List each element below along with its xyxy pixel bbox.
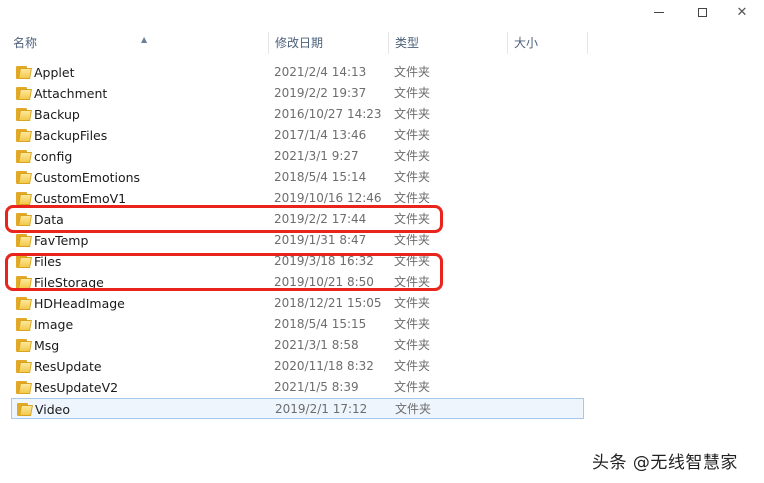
folder-icon	[16, 234, 32, 247]
file-type: 文件夹	[394, 65, 431, 79]
column-header-row: 名称 ▲ 修改日期 类型 大小	[0, 32, 764, 54]
file-name: ResUpdateV2	[34, 380, 119, 395]
file-type: 文件夹	[395, 402, 432, 416]
file-modified-date: 2019/2/2 19:37	[274, 86, 367, 100]
file-row[interactable]: Video 2019/2/1 17:12 文件夹	[11, 398, 584, 419]
file-row[interactable]: Attachment 2019/2/2 19:37 文件夹	[11, 83, 584, 104]
folder-icon	[16, 66, 32, 79]
sort-up-arrow-icon: ▲	[141, 35, 148, 44]
file-type: 文件夹	[394, 233, 431, 247]
title-bar: ✕	[0, 0, 764, 28]
file-type: 文件夹	[394, 128, 431, 142]
folder-icon	[16, 318, 32, 331]
file-type: 文件夹	[394, 317, 431, 331]
file-modified-date: 2018/5/4 15:14	[274, 170, 367, 184]
folder-icon	[16, 339, 32, 352]
folder-icon	[16, 108, 32, 121]
file-type: 文件夹	[394, 107, 431, 121]
minimize-button[interactable]	[637, 0, 681, 24]
file-type: 文件夹	[394, 380, 431, 394]
file-row[interactable]: Msg 2021/3/1 8:58 文件夹	[11, 335, 584, 356]
file-name: HDHeadImage	[34, 296, 125, 311]
red-highlight-box-files	[5, 253, 443, 291]
file-name: Attachment	[34, 86, 108, 101]
column-header-size-label: 大小	[514, 36, 539, 50]
watermark: 头条 @无线智慧家	[592, 453, 738, 473]
file-row[interactable]: Backup 2016/10/27 14:23 文件夹	[11, 104, 584, 125]
file-name: ResUpdate	[34, 359, 102, 374]
folder-icon	[16, 129, 32, 142]
folder-icon	[16, 297, 32, 310]
file-type: 文件夹	[394, 170, 431, 184]
file-row[interactable]: Image 2018/5/4 15:15 文件夹	[11, 314, 584, 335]
file-row[interactable]: Applet 2021/2/4 14:13 文件夹	[11, 62, 584, 83]
column-header-size[interactable]: 大小	[508, 32, 588, 54]
file-name: config	[34, 149, 73, 164]
file-type: 文件夹	[394, 359, 431, 373]
file-modified-date: 2020/11/18 8:32	[274, 359, 374, 373]
file-row[interactable]: config 2021/3/1 9:27 文件夹	[11, 146, 584, 167]
folder-icon	[16, 87, 32, 100]
close-icon: ✕	[736, 4, 748, 20]
minimize-icon	[654, 11, 664, 13]
file-type: 文件夹	[394, 86, 431, 100]
column-header-name-label: 名称	[13, 36, 38, 50]
file-modified-date: 2021/2/4 14:13	[274, 65, 367, 79]
file-name: Video	[35, 402, 71, 417]
maximize-icon	[697, 7, 707, 17]
folder-icon	[17, 403, 33, 416]
file-row[interactable]: CustomEmotions 2018/5/4 15:14 文件夹	[11, 167, 584, 188]
folder-icon	[16, 150, 32, 163]
column-header-name[interactable]: 名称 ▲	[7, 32, 269, 54]
folder-icon	[16, 381, 32, 394]
red-highlight-box-data	[5, 205, 443, 233]
file-type: 文件夹	[394, 149, 431, 163]
file-name: Msg	[34, 338, 60, 353]
close-button[interactable]: ✕	[720, 0, 764, 24]
column-header-date[interactable]: 修改日期	[269, 32, 389, 54]
file-modified-date: 2018/12/21 15:05	[274, 296, 382, 310]
column-header-type-label: 类型	[395, 36, 420, 50]
file-modified-date: 2017/1/4 13:46	[274, 128, 367, 142]
file-type: 文件夹	[394, 296, 431, 310]
column-header-date-label: 修改日期	[275, 36, 324, 50]
folder-icon	[16, 360, 32, 373]
maximize-button[interactable]	[680, 0, 724, 24]
file-modified-date: 2021/3/1 9:27	[274, 149, 359, 163]
file-modified-date: 2018/5/4 15:15	[274, 317, 367, 331]
file-modified-date: 2016/10/27 14:23	[274, 107, 382, 121]
folder-icon	[16, 171, 32, 184]
file-type: 文件夹	[394, 338, 431, 352]
file-row[interactable]: BackupFiles 2017/1/4 13:46 文件夹	[11, 125, 584, 146]
file-row[interactable]: ResUpdateV2 2021/1/5 8:39 文件夹	[11, 377, 584, 398]
file-row[interactable]: FavTemp 2019/1/31 8:47 文件夹	[11, 230, 584, 251]
folder-icon	[16, 192, 32, 205]
column-header-type[interactable]: 类型	[389, 32, 508, 54]
file-row[interactable]: ResUpdate 2020/11/18 8:32 文件夹	[11, 356, 584, 377]
file-name: Image	[34, 317, 74, 332]
file-name: CustomEmotions	[34, 170, 141, 185]
file-modified-date: 2021/3/1 8:58	[274, 338, 359, 352]
file-name: Backup	[34, 107, 80, 122]
file-modified-date: 2019/2/1 17:12	[275, 402, 368, 416]
file-modified-date: 2021/1/5 8:39	[274, 380, 359, 394]
file-name: FavTemp	[34, 233, 89, 248]
file-name: Applet	[34, 65, 75, 80]
file-name: BackupFiles	[34, 128, 108, 143]
file-modified-date: 2019/1/31 8:47	[274, 233, 367, 247]
file-row[interactable]: HDHeadImage 2018/12/21 15:05 文件夹	[11, 293, 584, 314]
